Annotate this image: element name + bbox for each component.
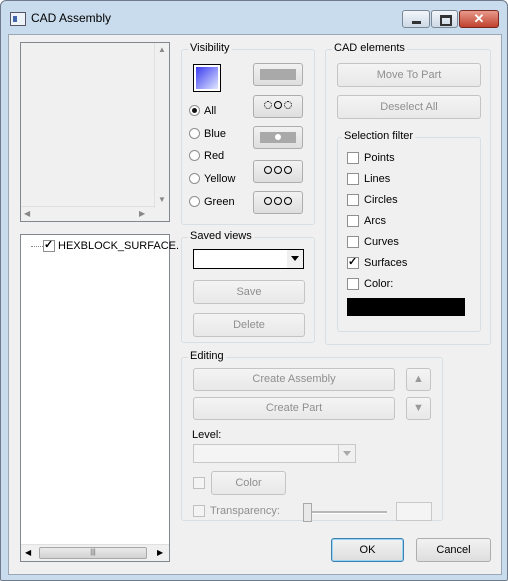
radio-green-label: Green [204, 196, 235, 208]
saved-views-group: Saved views Save Delete [181, 230, 315, 343]
tree-connector [31, 246, 43, 247]
shaded-icon [260, 69, 296, 80]
title-bar[interactable]: CAD Assembly ✕ [1, 1, 507, 35]
arrow-up-icon: ▲ [413, 373, 424, 385]
maximize-button[interactable] [431, 10, 458, 28]
circles-button-1[interactable] [253, 160, 303, 183]
editing-color-checkbox[interactable] [193, 477, 205, 489]
filter-arcs-checkbox[interactable] [347, 215, 359, 227]
filter-circles-label: Circles [364, 194, 398, 206]
radio-yellow-label: Yellow [204, 173, 236, 185]
radio-yellow[interactable] [189, 173, 200, 184]
ok-button[interactable]: OK [331, 538, 404, 562]
scroll-thumb[interactable]: ||| [39, 547, 147, 559]
preview-pane: ▲ ▼ ◀ ▶ [20, 42, 170, 222]
cad-elements-group: CAD elements Move To Part Deselect All S… [325, 42, 491, 345]
tree-horizontal-scrollbar[interactable]: ◀ ||| ▶ [21, 544, 169, 561]
editing-color-button[interactable]: Color [211, 471, 286, 495]
filter-lines-label: Lines [364, 173, 391, 185]
shade-mode-button[interactable] [253, 63, 303, 86]
transparency-checkbox[interactable] [193, 505, 205, 517]
radio-all[interactable] [189, 105, 200, 116]
filter-lines-checkbox[interactable] [347, 173, 359, 185]
create-part-button[interactable]: Create Part [193, 397, 395, 420]
transparency-value-field[interactable] [396, 502, 432, 521]
scroll-up-icon[interactable]: ▲ [158, 45, 166, 55]
visibility-group-label: Visibility [188, 42, 232, 54]
filter-arcs-label: Arcs [364, 215, 386, 227]
save-view-button[interactable]: Save [193, 280, 305, 304]
dashed-circles-button[interactable] [253, 95, 303, 118]
filter-circles-checkbox[interactable] [347, 194, 359, 206]
level-select[interactable] [193, 444, 356, 463]
dialog-body: ▲ ▼ ◀ ▶ HEXBLOCK_SURFACE. ◀ ||| ▶ Visibi… [8, 34, 502, 575]
dashed-circles-icon [263, 99, 293, 111]
circles-icon [263, 195, 293, 207]
scroll-down-icon[interactable]: ▼ [158, 195, 166, 205]
filter-curves-checkbox[interactable] [347, 236, 359, 248]
radio-red[interactable] [189, 150, 200, 161]
assembly-tree[interactable]: HEXBLOCK_SURFACE. ◀ ||| ▶ [20, 234, 179, 562]
point-mode-button[interactable] [253, 126, 303, 149]
close-button[interactable]: ✕ [459, 10, 499, 28]
scroll-left-icon[interactable]: ◀ [25, 548, 31, 558]
move-up-button[interactable]: ▲ [406, 368, 431, 391]
app-icon [10, 12, 26, 26]
cad-assembly-window: CAD Assembly ✕ ▲ ▼ ◀ ▶ HEXBLOCK_SURFACE.… [0, 0, 508, 581]
scroll-right-icon[interactable]: ▶ [157, 548, 163, 558]
deselect-all-button[interactable]: Deselect All [337, 95, 481, 119]
preview-horizontal-scrollbar[interactable]: ◀ ▶ [21, 206, 155, 221]
radio-red-label: Red [204, 150, 225, 162]
filter-color-swatch[interactable] [347, 298, 465, 316]
tree-item-label[interactable]: HEXBLOCK_SURFACE. [58, 240, 179, 252]
transparency-label: Transparency: [210, 505, 280, 517]
chevron-down-icon[interactable] [287, 250, 303, 268]
tree-item-checkbox[interactable] [43, 238, 55, 252]
filter-curves-label: Curves [364, 236, 399, 248]
close-icon: ✕ [473, 11, 485, 26]
selection-filter-group: Selection filter Points Lines Circles Ar… [337, 130, 481, 332]
window-title: CAD Assembly [31, 11, 112, 25]
color-preview-button[interactable] [193, 64, 221, 92]
cancel-button[interactable]: Cancel [416, 538, 491, 562]
circles-button-2[interactable] [253, 191, 303, 214]
cad-elements-group-label: CAD elements [332, 42, 407, 54]
filter-surfaces-checkbox[interactable] [347, 255, 359, 269]
minimize-button[interactable] [402, 10, 430, 28]
create-assembly-button[interactable]: Create Assembly [193, 368, 395, 391]
saved-views-select[interactable] [193, 249, 304, 269]
transparency-slider-track[interactable] [307, 511, 387, 514]
editing-group-label: Editing [188, 350, 226, 362]
preview-vertical-scrollbar[interactable]: ▲ ▼ [154, 43, 169, 208]
delete-view-button[interactable]: Delete [193, 313, 305, 337]
selection-filter-group-label: Selection filter [342, 130, 416, 142]
saved-views-group-label: Saved views [188, 230, 254, 242]
point-icon [260, 132, 296, 143]
filter-surfaces-label: Surfaces [364, 257, 408, 269]
radio-blue[interactable] [189, 128, 200, 139]
chevron-down-icon[interactable] [338, 445, 355, 462]
visibility-group: Visibility All Blue Red Yellow Green [181, 42, 315, 225]
scroll-left-icon[interactable]: ◀ [24, 209, 30, 219]
circles-icon [263, 164, 293, 176]
filter-points-label: Points [364, 152, 395, 164]
filter-points-checkbox[interactable] [347, 152, 359, 164]
radio-green[interactable] [189, 196, 200, 207]
move-down-button[interactable]: ▼ [406, 397, 431, 420]
filter-color-checkbox[interactable] [347, 278, 359, 290]
arrow-down-icon: ▼ [413, 402, 424, 414]
color-preview-swatch [196, 67, 218, 89]
transparency-slider-thumb[interactable] [303, 503, 312, 522]
radio-blue-label: Blue [204, 128, 227, 140]
radio-all-label: All [204, 105, 217, 117]
editing-group: Editing Create Assembly ▲ Create Part ▼ … [181, 350, 443, 522]
scroll-right-icon[interactable]: ▶ [139, 209, 145, 219]
filter-color-label: Color: [364, 278, 394, 290]
level-label: Level: [192, 429, 222, 441]
move-to-part-button[interactable]: Move To Part [337, 63, 481, 87]
